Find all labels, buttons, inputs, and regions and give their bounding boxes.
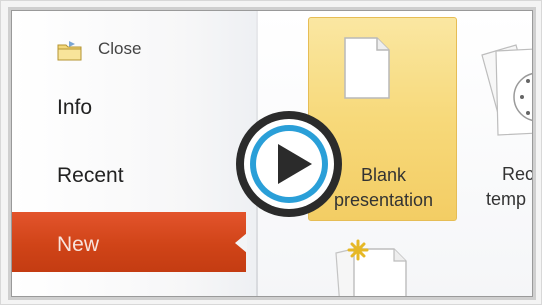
recent-tile-label-2: temp	[486, 189, 527, 209]
menu-item-close[interactable]: Close	[12, 37, 256, 67]
video-player[interactable]: Close Info Recent New Blank presentation…	[11, 10, 533, 297]
menu-item-new-label: New	[57, 233, 100, 256]
recent-templates-tile[interactable]: Rec temp	[468, 17, 533, 221]
templates-stack-icon	[481, 44, 532, 136]
new-document-star-icon	[335, 239, 407, 296]
recent-tile-label-1: Rec	[502, 164, 533, 184]
document-icon	[344, 37, 390, 99]
menu-item-new[interactable]: New	[12, 212, 247, 272]
backstage-menu: Close Info Recent New	[12, 11, 256, 296]
new-from-existing-tile[interactable]	[322, 233, 422, 296]
menu-item-recent[interactable]: Recent	[12, 164, 256, 194]
selected-indicator	[235, 233, 247, 253]
menu-item-info-label: Info	[57, 96, 93, 119]
play-icon	[236, 111, 342, 217]
menu-item-close-label: Close	[98, 39, 142, 58]
menu-item-info[interactable]: Info	[12, 96, 256, 126]
menu-item-recent-label: Recent	[57, 164, 124, 187]
play-button[interactable]	[234, 109, 344, 219]
folder-icon	[57, 41, 82, 61]
video-frame: Close Info Recent New Blank presentation…	[0, 0, 542, 305]
